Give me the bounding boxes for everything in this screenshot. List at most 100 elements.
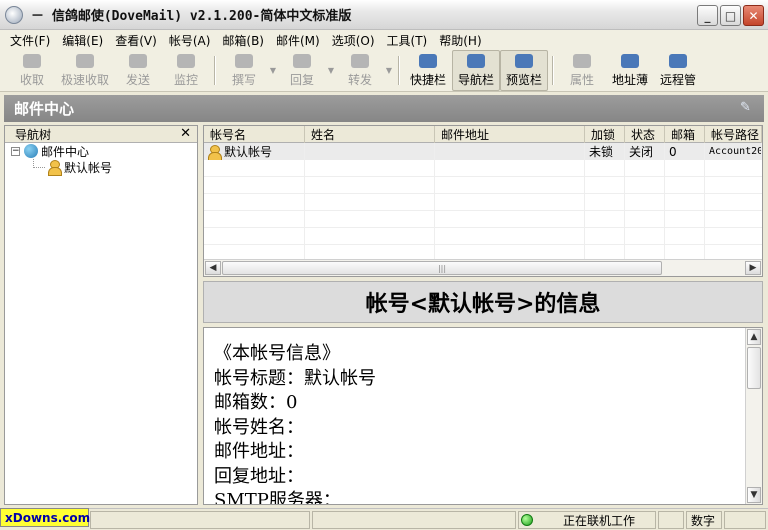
online-indicator-icon <box>521 514 533 526</box>
user-icon <box>207 144 222 160</box>
shortcut-bar-button[interactable]: 快捷栏 <box>404 50 452 91</box>
connection-status-text: 正在联机工作 <box>563 513 636 528</box>
send-icon <box>129 53 147 68</box>
menu-file[interactable]: 文件(F) <box>4 32 56 49</box>
column-real-name[interactable]: 姓名 <box>305 126 435 143</box>
quick-receive-icon <box>76 53 94 68</box>
list-empty-row <box>204 211 762 228</box>
menu-mail[interactable]: 邮件(M) <box>270 32 326 49</box>
send-label: 发送 <box>125 72 150 87</box>
menu-edit[interactable]: 编辑(E) <box>56 32 109 49</box>
status-segment <box>312 511 516 529</box>
preview-bar-label: 预览栏 <box>505 72 542 87</box>
tree-item-default-account[interactable]: 默认帐号 <box>5 159 197 176</box>
toolbar-separator <box>552 56 554 85</box>
horizontal-scroll-thumb[interactable]: ||| <box>222 261 662 275</box>
nav-bar-label: 导航栏 <box>457 72 494 87</box>
menu-bar: 文件(F) 编辑(E) 查看(V) 帐号(A) 邮箱(B) 邮件(M) 选项(O… <box>0 30 768 50</box>
send-button[interactable]: 发送 <box>114 50 162 91</box>
close-button[interactable]: ✕ <box>743 5 764 26</box>
title-bar: － 信鸽邮使(DoveMail) v2.1.200-简体中文标准版 _ □ ✕ <box>0 0 768 30</box>
column-account-name[interactable]: 帐号名 <box>204 126 305 143</box>
nav-bar-button[interactable]: 导航栏 <box>452 50 500 91</box>
globe-icon <box>24 144 38 158</box>
tree-collapse-icon[interactable]: − <box>11 146 20 156</box>
nav-tree-panel: 导航树 ✕ − 邮件中心 默认帐号 <box>4 125 198 505</box>
info-line: 邮件地址： <box>214 441 304 462</box>
forward-dropdown-icon[interactable]: ▼ <box>384 50 394 91</box>
app-icon[interactable] <box>5 5 23 24</box>
info-line: SMTP服务器： <box>214 490 341 505</box>
column-path[interactable]: 帐号路径 <box>705 126 762 143</box>
cell-email <box>435 143 585 160</box>
nav-tree-header: 导航树 ✕ <box>5 126 197 143</box>
quick-receive-button[interactable]: 极速收取 <box>56 50 114 91</box>
receive-icon <box>23 53 41 68</box>
cell-path: Account20 <box>705 143 762 160</box>
minimize-button[interactable]: _ <box>697 5 718 26</box>
scroll-up-icon[interactable]: ▲ <box>747 329 761 345</box>
reply-icon <box>293 53 311 68</box>
reply-label: 回复 <box>289 72 314 87</box>
pin-icon[interactable]: ✎ <box>740 100 756 116</box>
maximize-button[interactable]: □ <box>720 5 741 26</box>
nav-tree-title: 导航树 <box>15 127 52 142</box>
receive-label: 收取 <box>19 72 44 87</box>
reply-dropdown-icon[interactable]: ▼ <box>326 50 336 91</box>
list-empty-row <box>204 228 762 245</box>
scroll-down-icon[interactable]: ▼ <box>747 487 761 503</box>
column-status[interactable]: 状态 <box>625 126 665 143</box>
vertical-scroll-thumb[interactable] <box>747 347 761 389</box>
menu-help[interactable]: 帮助(H) <box>433 32 487 49</box>
monitor-label: 监控 <box>173 72 198 87</box>
address-book-label: 地址薄 <box>611 72 648 87</box>
forward-button[interactable]: 转发 <box>336 50 384 91</box>
forward-icon <box>351 53 369 68</box>
address-book-icon <box>621 53 639 68</box>
info-line: 邮箱数：0 <box>214 392 298 413</box>
column-lock[interactable]: 加锁 <box>585 126 625 143</box>
compose-label: 撰写 <box>231 72 256 87</box>
menu-account[interactable]: 帐号(A) <box>163 32 217 49</box>
toolbar: 收取 极速收取 发送 监控 撰写 ▼ 回复 ▼ 转发 ▼ 快捷栏 导航栏 预览栏 <box>0 50 768 92</box>
monitor-icon <box>177 53 195 68</box>
list-empty-row <box>204 160 762 177</box>
mail-center-title: 邮件中心 <box>14 100 75 118</box>
compose-icon <box>235 53 253 68</box>
nav-close-icon[interactable]: ✕ <box>180 126 191 141</box>
reply-button[interactable]: 回复 <box>278 50 326 91</box>
window-title: － 信鸽邮使(DoveMail) v2.1.200-简体中文标准版 <box>31 9 352 24</box>
scroll-left-icon[interactable]: ◀ <box>205 261 221 275</box>
menu-mailbox[interactable]: 邮箱(B) <box>216 32 270 49</box>
scroll-right-icon[interactable]: ▶ <box>745 261 761 275</box>
tree-item-mail-center[interactable]: − 邮件中心 <box>5 143 197 159</box>
cell-lock: 未锁 <box>585 143 625 160</box>
menu-view[interactable]: 查看(V) <box>109 32 163 49</box>
preview-bar-button[interactable]: 预览栏 <box>500 50 548 91</box>
menu-tools[interactable]: 工具(T) <box>381 32 434 49</box>
horizontal-scrollbar[interactable]: ◀ ||| ▶ <box>204 259 762 276</box>
vertical-scrollbar[interactable]: ▲ ▼ <box>745 328 762 504</box>
status-bar: 正在联机工作 数字 <box>0 508 768 530</box>
remote-button[interactable]: 远程管 <box>654 50 702 91</box>
info-line: 《本帐号信息》 <box>214 343 340 364</box>
info-line: 回复地址： <box>214 465 304 487</box>
table-row[interactable]: 默认帐号 未锁 关闭 0 Account20 <box>204 143 762 160</box>
mail-center-header: 邮件中心 ✎ <box>4 95 764 122</box>
window-controls: _ □ ✕ <box>697 5 764 26</box>
properties-label: 属性 <box>569 72 594 87</box>
column-email[interactable]: 邮件地址 <box>435 126 585 143</box>
numlock-indicator: 数字 <box>686 511 722 529</box>
properties-button[interactable]: 属性 <box>558 50 606 91</box>
address-book-button[interactable]: 地址薄 <box>606 50 654 91</box>
monitor-button[interactable]: 监控 <box>162 50 210 91</box>
column-mailbox[interactable]: 邮箱 <box>665 126 705 143</box>
receive-button[interactable]: 收取 <box>8 50 56 91</box>
compose-button[interactable]: 撰写 <box>220 50 268 91</box>
menu-options[interactable]: 选项(O) <box>326 32 381 49</box>
shortcut-bar-label: 快捷栏 <box>409 72 446 87</box>
quick-receive-label: 极速收取 <box>60 72 109 87</box>
compose-dropdown-icon[interactable]: ▼ <box>268 50 278 91</box>
info-line: 帐号姓名： <box>214 416 304 438</box>
account-list-header: 帐号名 姓名 邮件地址 加锁 状态 邮箱 帐号路径 <box>204 126 762 143</box>
